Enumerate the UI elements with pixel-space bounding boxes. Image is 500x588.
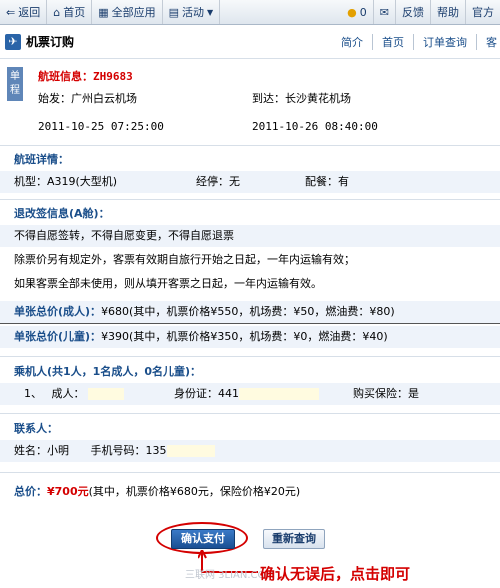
refund-rule: 不得自愿签转，不得自愿变更，不得自愿退票 [0, 225, 500, 247]
back-arrow-icon: ⇐ [6, 5, 16, 19]
total-label: 总价： [14, 485, 47, 498]
redacted-name [88, 388, 124, 400]
child-price-row: 单张总价(儿童)：¥390(其中，机票价格¥350，机场费：¥0，燃油费：¥40… [0, 326, 500, 348]
refund-rule: 除票价另有规定外，客票有效期自旅行开始之日起，一年内运输有效； [14, 253, 355, 266]
official-link[interactable]: 官方 [466, 0, 500, 24]
adult-price-label: 单张总价(成人)： [14, 305, 102, 318]
flight-number: ZH9683 [93, 70, 133, 83]
coin-icon: ● [347, 5, 357, 19]
insurance-info: 购买保险：是 [353, 387, 419, 400]
back-button[interactable]: ⇐ 返回 [0, 0, 48, 24]
confirm-pay-button[interactable]: 确认支付 [171, 529, 235, 549]
mail-button[interactable]: ✉ [374, 0, 396, 24]
adult-price-value: ¥680(其中，机票价格¥550，机场费：¥50，燃油费：¥80) [101, 305, 395, 318]
contact-name: 姓名：小明 [14, 444, 69, 457]
header-nav: 简介 首页 订单查询 客 [332, 34, 500, 50]
contact-row: 姓名：小明 手机号码：135 [0, 440, 500, 462]
aircraft-type: 机型：A319(大型机) [14, 175, 118, 188]
annotation-text: 确认无误后，点击即可 [260, 565, 411, 583]
passenger-row: 1、 成人： 身份证：441 购买保险：是 [0, 383, 500, 405]
passenger-type: 成人： [51, 387, 85, 400]
contact-heading: 联系人： [14, 422, 58, 435]
nav-order-query[interactable]: 订单查询 [413, 34, 476, 50]
total-amount: ¥700元 [47, 485, 89, 498]
total-detail: (其中，机票价格¥680元，保险价格¥20元) [88, 485, 301, 498]
total-row: 总价：¥700元(其中，机票价格¥680元，保险价格¥20元) [0, 481, 500, 503]
passenger-id: 身份证：441 [174, 383, 319, 405]
redacted-id [239, 388, 319, 400]
nav-intro[interactable]: 简介 [332, 34, 372, 50]
home-button[interactable]: ⌂ 首页 [47, 0, 93, 24]
page-header: ✈ 机票订购 简介 首页 订单查询 客 [0, 25, 500, 59]
arrive-airport: 到达：长沙黄花机场 [252, 92, 351, 105]
all-apps-button[interactable]: ▦ 全部应用 [92, 0, 163, 24]
coins-button[interactable]: ● 0 [341, 0, 374, 24]
depart-airport: 始发：广州白云机场 [38, 92, 137, 105]
chevron-down-icon: ▼ [207, 7, 214, 17]
refund-heading: 退改签信息(A舱)： [14, 207, 110, 220]
redacted-phone [166, 445, 215, 457]
home-icon: ⌂ [53, 5, 61, 19]
page-title: 机票订购 [26, 35, 75, 49]
stops-info: 经停：无 [196, 175, 240, 188]
passengers-heading: 乘机人(共1人，1名成人，0名儿童)： [14, 365, 202, 378]
depart-time: 2011-10-25 07:25:00 [38, 120, 164, 133]
flight-info-label: 航班信息： [38, 70, 93, 83]
child-price-label: 单张总价(儿童)： [14, 330, 102, 343]
apps-icon: ▦ [98, 5, 109, 19]
top-toolbar: ⇐ 返回 ⌂ 首页 ▦ 全部应用 ▤ 活动 ▼ ● 0 ✉ 反馈 帮助 官方 [0, 0, 500, 25]
feedback-link[interactable]: 反馈 [396, 0, 431, 24]
adult-price-row: 单张总价(成人)：¥680(其中，机票价格¥550，机场费：¥50，燃油费：¥8… [0, 301, 500, 323]
activity-button[interactable]: ▤ 活动 ▼ [163, 0, 221, 24]
plane-icon: ✈ [5, 33, 21, 50]
nav-home[interactable]: 首页 [372, 34, 413, 50]
flight-info-box: 单程 航班信息：ZH9683 始发：广州白云机场 到达：长沙黄花机场 2011-… [0, 64, 500, 139]
help-link[interactable]: 帮助 [431, 0, 466, 24]
contact-phone: 手机号码：135 [91, 444, 215, 457]
mail-icon: ✉ [379, 5, 389, 19]
refund-rule: 如果客票全部未使用，则从填开客票之日起，一年内运输有效。 [14, 277, 322, 290]
passenger-index: 1、 [24, 387, 42, 400]
one-way-badge: 单程 [7, 67, 23, 101]
arrive-time: 2011-10-26 08:40:00 [252, 120, 378, 133]
meal-info: 配餐：有 [305, 175, 349, 188]
requery-button[interactable]: 重新查询 [263, 529, 325, 549]
child-price-value: ¥390(其中，机票价格¥350，机场费：¥0，燃油费：¥40) [101, 330, 388, 343]
flight-details-heading: 航班详情： [14, 153, 69, 166]
nav-customer[interactable]: 客 [476, 34, 500, 50]
gift-icon: ▤ [168, 5, 180, 19]
